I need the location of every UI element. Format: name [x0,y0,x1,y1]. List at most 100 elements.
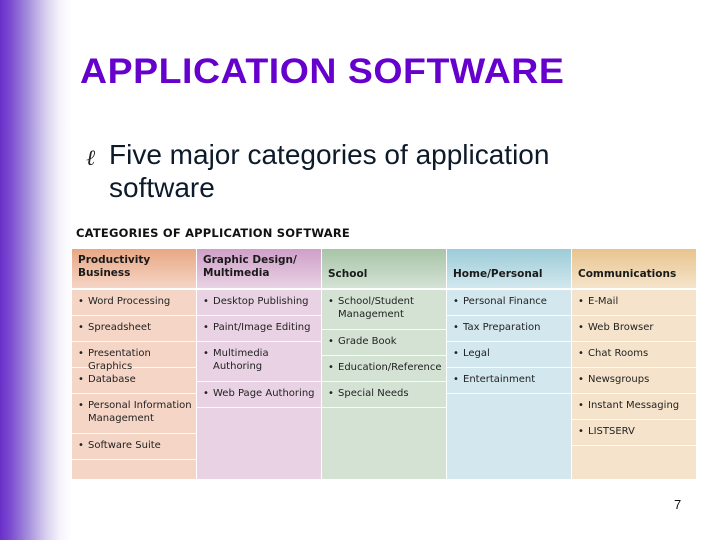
list-item: • LISTSERV [572,420,696,446]
column-header: School [322,249,446,288]
column-header-line: Home/Personal [453,268,543,280]
table-column: Communications • E-Mail • Web Browser • Chat R… [572,249,696,479]
bullet-dot-icon: • [78,374,84,385]
list-item: • Instant Messaging [572,394,696,420]
bullet-dot-icon: • [453,322,459,333]
list-item-text: School/Student Management [338,296,414,320]
bullet-dot-icon: • [203,348,209,359]
table-column: School • School/Student Management • Grade B… [322,249,446,479]
list-item: • E-Mail [572,290,696,316]
list-item: • Tax Preparation [447,316,571,342]
column-header-line: School [328,268,368,280]
bullet-dot-icon: • [578,322,584,333]
column-body: • Word Processing • Spreadsheet • Presentatio… [72,290,196,479]
list-item: • Web Page Authoring [197,382,321,408]
bullet-text: Five major categories of application sof… [109,139,550,203]
slide-title: APPLICATION SOFTWARE [80,52,565,91]
bullet-dot-icon: • [453,374,459,385]
list-item: • Multimedia Authoring [197,342,321,382]
column-header: Communications [572,249,696,288]
list-item: • Education/Reference [322,356,446,382]
bullet-dot-icon: • [78,400,84,411]
list-item-text: Database [88,374,136,385]
list-item: • Legal [447,342,571,368]
column-body: • Desktop Publishing • Paint/Image Editing •… [197,290,321,479]
bullet-dot-icon: • [78,440,84,451]
list-item: • Spreadsheet [72,316,196,342]
table-column: Graphic Design/Multimedia • Desktop Publis… [197,249,321,479]
bullet-dot-icon: • [453,348,459,359]
categories-table: Productivity Business • Word Processing • Spr… [72,249,696,479]
list-item-text: E-Mail [588,296,619,307]
list-item-text: Personal Information Management [88,400,192,424]
table-caption: CATEGORIES OF APPLICATION SOFTWARE [76,226,350,240]
page-number: 7 [674,497,682,512]
list-item: • Special Needs [322,382,446,408]
list-item: • Desktop Publishing [197,290,321,316]
list-item: • Chat Rooms [572,342,696,368]
list-item: • Grade Book [322,330,446,356]
list-item-text: Tax Preparation [463,322,541,333]
list-item-text: Legal [463,348,490,359]
list-item: • Personal Information Management [72,394,196,434]
column-header: Home/Personal [447,249,571,288]
bullet-dot-icon: • [328,362,334,373]
list-item-text: LISTSERV [588,426,635,437]
list-item: • Database [72,368,196,394]
list-item: • School/Student Management [322,290,446,330]
list-item-text: Personal Finance [463,296,547,307]
table-column: Home/Personal • Personal Finance • Tax Prepa… [447,249,571,479]
column-header: Productivity Business [72,249,196,288]
bullet-dot-icon: • [328,336,334,347]
list-item-text: Desktop Publishing [213,296,309,307]
bullet-dot-icon: • [328,296,334,307]
list-item-text: Newsgroups [588,374,650,385]
column-body: • E-Mail • Web Browser • Chat Rooms • Newsgroup… [572,290,696,479]
list-item-text: Word Processing [88,296,171,307]
bullet-dot-icon: • [203,388,209,399]
column-header-line: Business [78,267,131,279]
bullet-dot-icon: • [578,426,584,437]
list-item-text: Education/Reference [338,362,442,373]
bullet-dot-icon: • [578,374,584,385]
list-item: • Newsgroups [572,368,696,394]
list-item: • Personal Finance [447,290,571,316]
bullet-dot-icon: • [203,322,209,333]
list-item-text: Paint/Image Editing [213,322,311,333]
bullet-dot-icon: • [78,296,84,307]
list-item-text: Web Browser [588,322,654,333]
column-header-line: Multimedia [203,267,270,279]
bullet-dot-icon: • [328,388,334,399]
list-item-text: Instant Messaging [588,400,680,411]
bullet-dot-icon: • [203,296,209,307]
list-item: • Word Processing [72,290,196,316]
list-item-text: Grade Book [338,336,397,347]
decorative-side-bar [0,0,72,540]
column-header-line: Communications [578,268,677,280]
list-item: • Entertainment [447,368,571,394]
column-body: • School/Student Management • Grade Book • Ed… [322,290,446,479]
list-item-text: Web Page Authoring [213,388,315,399]
column-header-line: Graphic Design/ [203,254,297,266]
column-header-line: Productivity [78,254,151,266]
list-item: • Presentation Graphics [72,342,196,372]
column-body: • Personal Finance • Tax Preparation • Legal •… [447,290,571,479]
list-item-text: Entertainment [463,374,536,385]
list-item-text: Multimedia Authoring [213,348,269,372]
bullet-dot-icon: • [578,296,584,307]
bullet-dot-icon: • [78,322,84,333]
list-item-text: Chat Rooms [588,348,649,359]
list-item-text: Spreadsheet [88,322,151,333]
bullet-dot-icon: • [578,400,584,411]
bullet-dot-icon: • [453,296,459,307]
list-item-text: Special Needs [338,388,409,399]
list-item: • Software Suite [72,434,196,460]
table-column: Productivity Business • Word Processing • Spr… [72,249,196,479]
bullet-dot-icon: • [78,348,84,359]
list-item: • Paint/Image Editing [197,316,321,342]
column-header: Graphic Design/Multimedia [197,249,321,288]
list-item: • Web Browser [572,316,696,342]
list-item-text: Software Suite [88,440,161,451]
leo-bullet-icon: ℓ [86,146,96,171]
bullet-dot-icon: • [578,348,584,359]
